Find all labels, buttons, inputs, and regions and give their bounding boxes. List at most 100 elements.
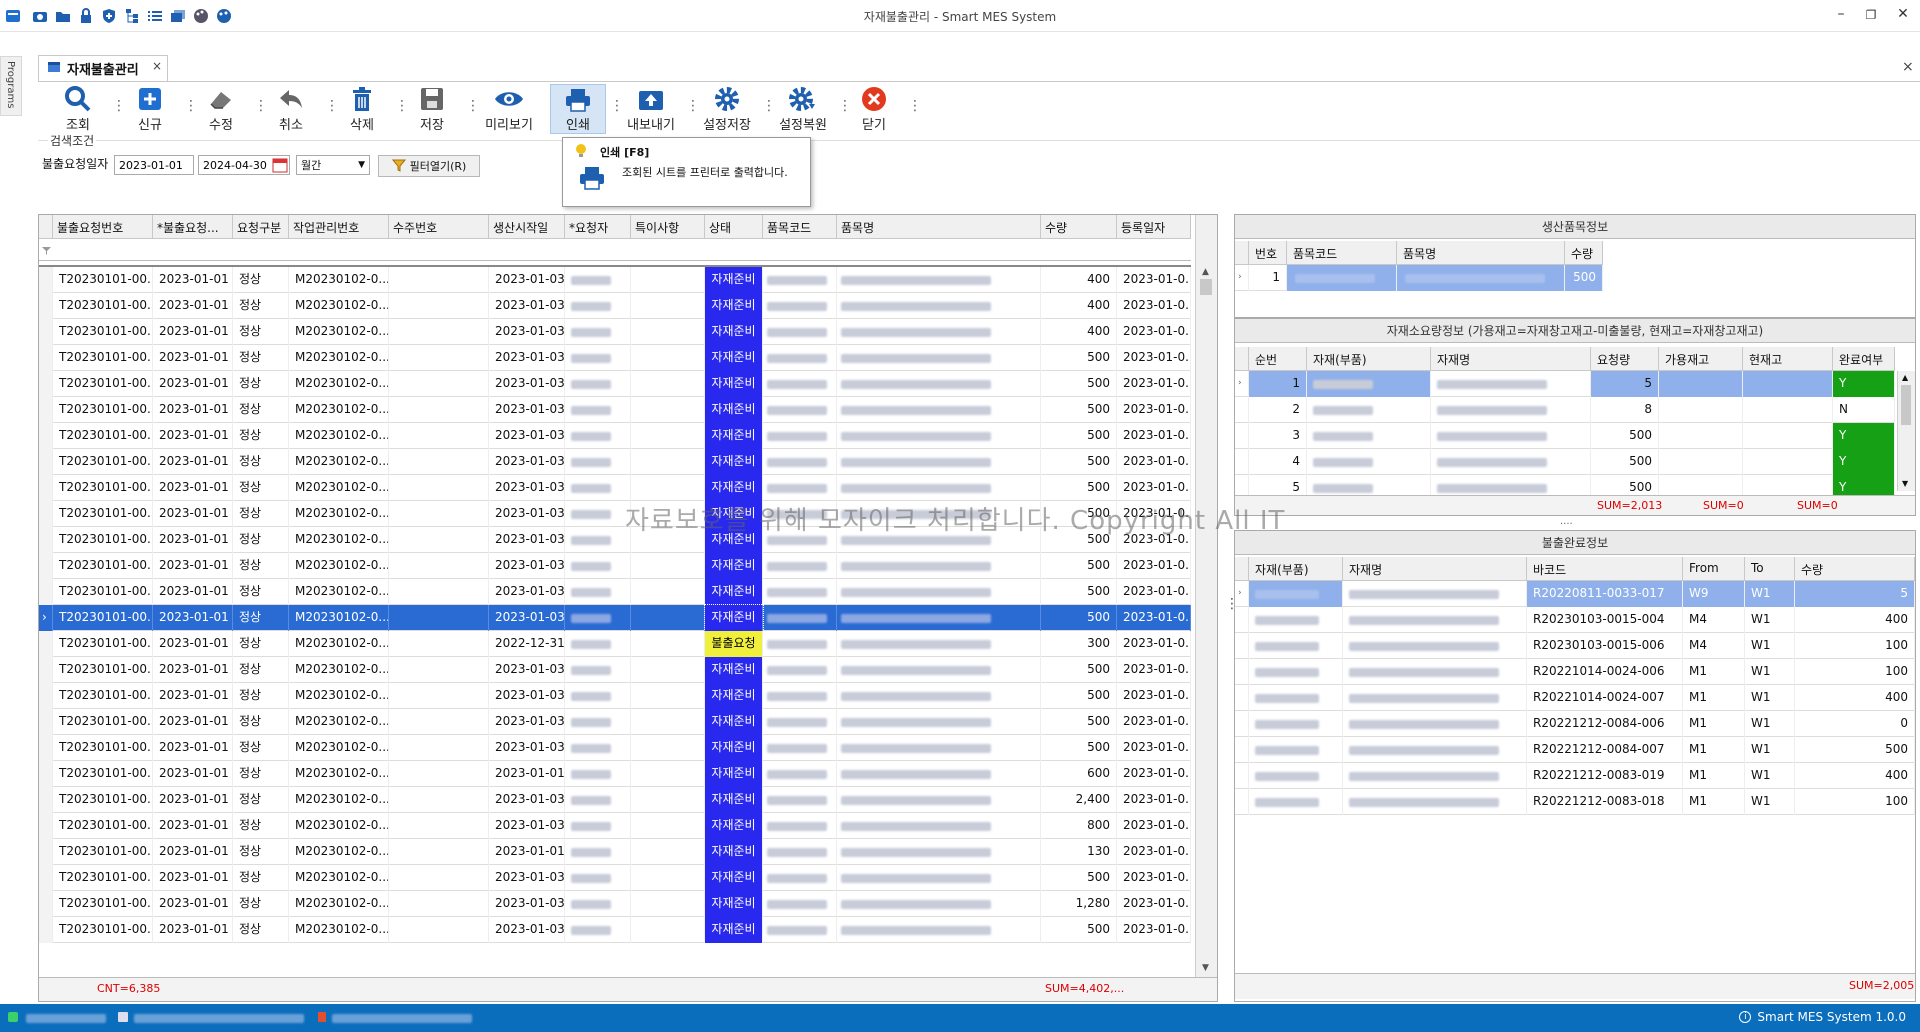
table-row[interactable]: T20230101-00... 2023-01-01 정상 M20230102-0..… [39, 761, 1191, 787]
col-barcode[interactable]: 바코드 [1527, 557, 1683, 581]
table-row[interactable]: R20230103-0015-004 M4 W1 400 [1235, 607, 1915, 633]
table-row[interactable]: R20221212-0084-007 M1 W1 500 [1235, 737, 1915, 763]
scroll-down-icon[interactable]: ▼ [1902, 479, 1908, 488]
table-row[interactable]: › R20220811-0033-017 W9 W1 5 [1235, 581, 1915, 607]
table-row[interactable]: R20221014-0024-006 M1 W1 100 [1235, 659, 1915, 685]
col-no[interactable]: 번호 [1249, 241, 1287, 265]
search-button[interactable]: 조회 [48, 84, 108, 134]
col-current-stock[interactable]: 현재고 [1743, 347, 1833, 371]
row-header[interactable] [39, 761, 53, 787]
table-row[interactable]: T20230101-00... 2023-01-01 정상 M20230102-0..… [39, 579, 1191, 605]
table-row[interactable]: R20221212-0083-019 M1 W1 400 [1235, 763, 1915, 789]
col-request-no[interactable]: 불출요청번호 [53, 215, 153, 239]
date-from-input[interactable] [114, 155, 194, 175]
col-request-qty[interactable]: 요청량 [1591, 347, 1659, 371]
row-header[interactable] [39, 345, 53, 371]
col-request-type[interactable]: 요청구분 [233, 215, 289, 239]
col-order-no[interactable]: 수주번호 [389, 215, 489, 239]
col-available-stock[interactable]: 가용재고 [1659, 347, 1743, 371]
row-header[interactable] [39, 683, 53, 709]
table-row[interactable]: T20230101-00... 2023-01-01 정상 M20230102-0..… [39, 917, 1191, 943]
cancel-button[interactable]: 취소 [261, 84, 321, 134]
table-row[interactable]: T20230101-00... 2023-01-01 정상 M20230102-0..… [39, 345, 1191, 371]
table-row[interactable]: 4 500 Y [1235, 449, 1895, 475]
row-header[interactable] [39, 891, 53, 917]
table-row[interactable]: 2 8 N [1235, 397, 1895, 423]
row-header[interactable] [39, 787, 53, 813]
col-quantity[interactable]: 수량 [1795, 557, 1915, 581]
filter-row[interactable] [39, 239, 1191, 261]
row-header[interactable] [39, 709, 53, 735]
row-header[interactable] [39, 865, 53, 891]
close-icon[interactable]: ✕ [1892, 6, 1914, 26]
table-row[interactable]: T20230101-00... 2023-01-01 정상 M20230102-0..… [39, 735, 1191, 761]
table-row[interactable]: T20230101-00... 2023-01-01 정상 M20230102-0..… [39, 709, 1191, 735]
row-header[interactable] [39, 319, 53, 345]
col-requester[interactable]: *요청자 [565, 215, 631, 239]
col-work-no[interactable]: 작업관리번호 [289, 215, 389, 239]
table-row[interactable]: R20221014-0024-007 M1 W1 400 [1235, 685, 1915, 711]
close-button[interactable]: 닫기 [844, 84, 904, 134]
table-row[interactable]: › 1 5 Y [1235, 371, 1895, 397]
row-header[interactable] [39, 527, 53, 553]
delete-button[interactable]: 삭제 [332, 84, 392, 134]
col-done[interactable]: 완료여부 [1833, 347, 1895, 371]
row-header[interactable] [39, 371, 53, 397]
col-material-name[interactable]: 자재명 [1431, 347, 1591, 371]
scroll-down-icon[interactable]: ▼ [1202, 963, 1209, 973]
table-row[interactable]: T20230101-00... 2023-01-01 정상 M20230102-0..… [39, 657, 1191, 683]
minimize-icon[interactable]: – [1830, 6, 1852, 26]
table-row[interactable]: T20230101-00... 2023-01-01 정상 M20230102-0..… [39, 865, 1191, 891]
col-status[interactable]: 상태 [705, 215, 763, 239]
tab-close-icon[interactable]: × [152, 59, 162, 73]
row-header[interactable] [39, 735, 53, 761]
tab-material-issue[interactable]: 자재불출관리 [38, 55, 168, 81]
col-start-date[interactable]: 생산시작일 [489, 215, 565, 239]
export-button[interactable]: 내보내기 [616, 84, 686, 134]
restore-icon[interactable]: ❐ [1860, 8, 1882, 28]
row-header[interactable] [39, 293, 53, 319]
table-row[interactable]: R20221212-0084-006 M1 W1 0 [1235, 711, 1915, 737]
col-request-date[interactable]: *불출요청... [153, 215, 233, 239]
row-header[interactable] [39, 553, 53, 579]
col-seq[interactable]: 순번 [1249, 347, 1307, 371]
table-row[interactable]: T20230101-00... 2023-01-01 정상 M20230102-0..… [39, 475, 1191, 501]
period-select[interactable]: 월간 ▼ [296, 155, 370, 175]
print-button[interactable]: 인쇄 [550, 84, 606, 134]
table-row[interactable]: T20230101-00... 2023-01-01 정상 M20230102-0..… [39, 891, 1191, 917]
table-row[interactable]: T20230101-00... 2023-01-01 정상 M20230102-0..… [39, 371, 1191, 397]
workspace-close-icon[interactable]: × [1902, 59, 1914, 75]
new-button[interactable]: 신규 [120, 84, 180, 134]
table-row[interactable]: T20230101-00... 2023-01-01 정상 M20230102-0..… [39, 423, 1191, 449]
row-header[interactable] [39, 657, 53, 683]
grid-vertical-scrollbar[interactable]: ▲ ▼ [1195, 215, 1217, 977]
restore-settings-button[interactable]: 설정복원 [768, 84, 838, 134]
row-header[interactable] [39, 917, 53, 943]
table-row[interactable]: › T20230101-00... 2023-01-01 정상 M20230102-0.… [39, 604, 1191, 632]
row-header[interactable] [39, 397, 53, 423]
row-header[interactable]: › [39, 605, 53, 631]
col-quantity[interactable]: 수량 [1565, 241, 1603, 265]
save-settings-button[interactable]: 설정저장 [692, 84, 762, 134]
col-item-name[interactable]: 품목명 [837, 215, 1041, 239]
col-material-name[interactable]: 자재명 [1343, 557, 1527, 581]
row-header[interactable] [39, 501, 53, 527]
col-material[interactable]: 자재(부품) [1249, 557, 1343, 581]
row-header[interactable] [39, 423, 53, 449]
col-item-code[interactable]: 품목코드 [763, 215, 837, 239]
row-header[interactable] [39, 813, 53, 839]
row-header[interactable] [39, 839, 53, 865]
table-row[interactable]: R20221212-0083-018 M1 W1 100 [1235, 789, 1915, 815]
table-row[interactable]: › 1 500 [1235, 265, 1603, 291]
col-material[interactable]: 자재(부품) [1307, 347, 1431, 371]
preview-button[interactable]: 미리보기 [474, 84, 544, 134]
col-to[interactable]: To [1745, 557, 1795, 581]
table-row[interactable]: T20230101-00... 2023-01-01 정상 M20230102-0..… [39, 527, 1191, 553]
col-remarks[interactable]: 특이사항 [631, 215, 705, 239]
scroll-thumb[interactable] [1200, 279, 1212, 295]
calendar-icon[interactable] [272, 157, 288, 176]
col-from[interactable]: From [1683, 557, 1745, 581]
table-row[interactable]: T20230101-00... 2023-01-01 정상 M20230102-0..… [39, 813, 1191, 839]
panel-splitter-handle[interactable]: .... [1560, 516, 1573, 527]
table-row[interactable]: T20230101-00... 2023-01-01 정상 M20230102-0..… [39, 293, 1191, 319]
